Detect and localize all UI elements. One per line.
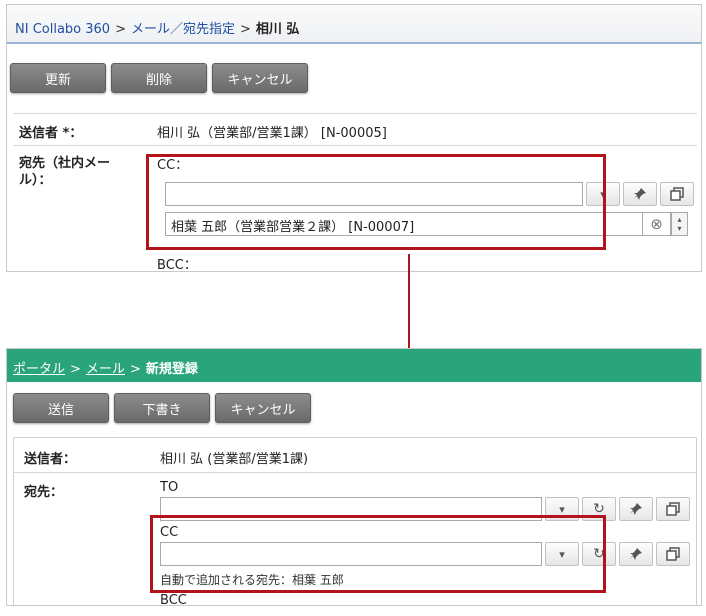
breadcrumb-mail-link[interactable]: メール: [86, 362, 125, 377]
bcc-label: BCC: [160, 593, 187, 606]
breadcrumb: ポータル > メール > 新規登録: [7, 349, 701, 382]
highlight-box-cc-after: [150, 515, 606, 593]
bcc-label: BCC：: [157, 258, 197, 272]
copy-icon[interactable]: [656, 542, 690, 566]
sender-value: 相川 弘（営業部/営業1課） [N-00005]: [157, 126, 387, 141]
pin-icon[interactable]: [619, 542, 653, 566]
copy-icon[interactable]: [660, 182, 694, 206]
spinner-control[interactable]: ▴ ▾: [671, 212, 688, 236]
to-label: TO: [160, 480, 179, 495]
breadcrumb-portal-link[interactable]: ポータル: [13, 362, 65, 377]
copy-icon-graphic: [666, 502, 680, 516]
cancel-button[interactable]: キャンセル: [215, 393, 311, 423]
breadcrumb: NI Collabo 360 > メール／宛先指定 > 相川 弘: [7, 5, 701, 44]
cancel-button[interactable]: キャンセル: [212, 63, 308, 93]
delete-button[interactable]: 削除: [111, 63, 207, 93]
pin-icon[interactable]: [623, 182, 657, 206]
sender-row: 送信者： 相川 弘 (営業部/営業1課): [14, 438, 696, 472]
copy-icon-graphic: [670, 187, 684, 201]
breadcrumb-separator: >: [115, 22, 126, 37]
clear-icon[interactable]: ⊗: [643, 212, 671, 236]
draft-button[interactable]: 下書き: [114, 393, 210, 423]
pin-icon-graphic: [630, 503, 642, 515]
breadcrumb-root-link[interactable]: NI Collabo 360: [15, 22, 110, 37]
recipient-label: 宛先：: [24, 485, 64, 500]
spin-down-icon[interactable]: ▾: [677, 224, 681, 233]
pin-icon-graphic: [634, 188, 646, 200]
breadcrumb-separator: >: [239, 22, 251, 37]
send-button[interactable]: 送信: [13, 393, 109, 423]
copy-icon-graphic: [666, 547, 680, 561]
breadcrumb-mail-link[interactable]: メール／宛先指定: [131, 22, 235, 37]
breadcrumb-current: 相川 弘: [255, 22, 300, 37]
breadcrumb-current: 新規登録: [145, 362, 198, 377]
spin-up-icon[interactable]: ▴: [677, 215, 681, 224]
pin-icon[interactable]: [619, 497, 653, 521]
pin-icon-graphic: [630, 548, 642, 560]
update-button[interactable]: 更新: [10, 63, 106, 93]
sender-row: 送信者 *： 相川 弘（営業部/営業1課） [N-00005]: [13, 113, 697, 145]
sender-label: 送信者：: [24, 452, 77, 467]
sender-value: 相川 弘 (営業部/営業1課): [160, 452, 309, 467]
copy-icon[interactable]: [656, 497, 690, 521]
breadcrumb-separator: >: [129, 362, 141, 377]
breadcrumb-separator: >: [70, 362, 81, 377]
recipient-label-line2: ル）：: [19, 173, 52, 188]
highlight-box-cc-before: [146, 154, 606, 250]
sender-label: 送信者 *：: [19, 126, 83, 141]
